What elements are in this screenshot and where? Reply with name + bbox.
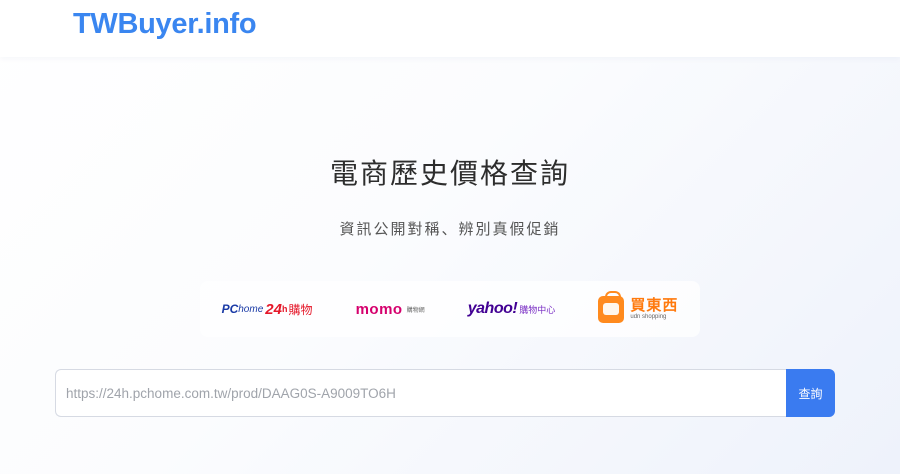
udn-logo: 買東西 udn shopping: [598, 289, 678, 329]
momo-logo: momo 購物網: [356, 289, 425, 329]
pchome-logo-24: 24: [265, 300, 282, 318]
page-subtitle: 資訊公開對稱、辨別真假促銷: [339, 220, 561, 238]
yahoo-logo-word: yahoo!: [467, 300, 518, 317]
page-title: 電商歷史價格查詢: [329, 157, 570, 190]
navbar: TWBuyer.info: [0, 0, 900, 57]
brand-logo-link[interactable]: TWBuyer.info: [73, 8, 257, 41]
pchome-logo: PC home 24 h 購物: [222, 289, 313, 329]
momo-logo-sub: 購物網: [406, 307, 425, 314]
udn-logo-main: 買東西: [630, 296, 679, 315]
pchome-logo-pc: PC: [221, 302, 239, 316]
search-button[interactable]: 查詢: [786, 369, 835, 417]
product-url-input[interactable]: [55, 369, 786, 417]
store-logos: PC home 24 h 購物 momo 購物網 yahoo! 購物中心 買東西 udn s…: [200, 281, 700, 337]
pchome-logo-shop: 購物: [288, 302, 313, 317]
udn-logo-sub: udn shopping: [630, 313, 667, 320]
pchome-logo-home: home: [238, 303, 264, 315]
pchome-logo-h: h: [281, 304, 288, 314]
shopping-bag-icon: [598, 290, 625, 323]
momo-logo-word: momo: [355, 300, 403, 318]
search-form: 查詢: [55, 369, 835, 417]
yahoo-logo-sub: 購物中心: [519, 304, 556, 315]
yahoo-logo: yahoo! 購物中心: [468, 289, 555, 329]
udn-logo-text: 買東西 udn shopping: [630, 297, 678, 320]
page: TWBuyer.info 電商歷史價格查詢 資訊公開對稱、辨別真假促銷 PC ho…: [0, 0, 900, 474]
